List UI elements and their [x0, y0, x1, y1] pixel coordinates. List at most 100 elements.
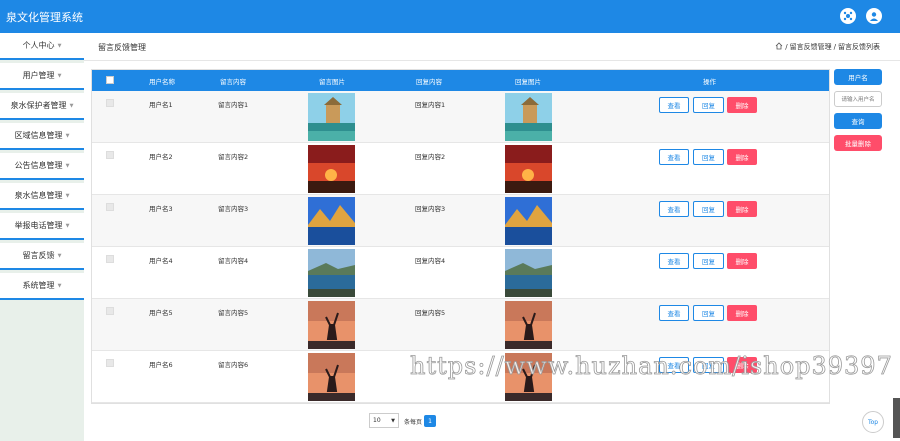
delete-button[interactable]: 删除 [727, 97, 757, 113]
breadcrumb-item[interactable]: 留言反馈管理 [790, 42, 832, 52]
table-row: 用户名4 留言内容4 回复内容4 查看 回复 删除 [92, 247, 829, 299]
breadcrumb-separator: / [785, 43, 788, 51]
user-icon[interactable] [866, 8, 882, 24]
app-title: 泉文化管理系统 [6, 11, 83, 24]
delete-button[interactable]: 删除 [727, 305, 757, 321]
message-cell: 留言内容3 [218, 205, 249, 213]
view-button[interactable]: 查看 [659, 97, 689, 113]
reply-cell: 回复内容2 [415, 153, 446, 161]
sidebar-item-label: 泉水保护者管理 [10, 101, 67, 110]
sidebar-item-users[interactable]: 用户管理 ▼ [0, 63, 84, 90]
user-name-cell: 用户名3 [149, 205, 173, 213]
chevron-down-icon: ▼ [65, 192, 70, 199]
message-cell: 留言内容2 [218, 153, 249, 161]
reply-cell: 回复内容1 [415, 101, 446, 109]
back-to-top-button[interactable]: Top [862, 411, 884, 433]
breadcrumb-separator: / [833, 43, 836, 51]
row-checkbox[interactable] [106, 99, 114, 107]
user-name-cell: 用户名2 [149, 153, 173, 161]
home-icon[interactable] [775, 42, 783, 52]
message-image [308, 145, 355, 193]
sidebar-item-label: 用户管理 [22, 71, 55, 80]
batch-delete-button[interactable]: 批量删除 [834, 135, 882, 151]
sidebar-item-regions[interactable]: 区域信息管理 ▼ [0, 123, 84, 150]
sidebar-item-springs[interactable]: 泉水信息管理 ▼ [0, 183, 84, 210]
table-header: 用户名称 留言内容 留言图片 回复内容 回复图片 操作 [92, 70, 829, 91]
chevron-down-icon: ▼ [57, 72, 62, 79]
sidebar-item-feedback[interactable]: 留言反馈 ▼ [0, 243, 84, 270]
reply-button[interactable]: 回复 [693, 149, 724, 165]
reply-image [505, 301, 552, 349]
message-image [308, 249, 355, 297]
column-header: 留言图片 [319, 78, 345, 86]
reply-button[interactable]: 回复 [693, 97, 724, 113]
message-cell: 留言内容6 [218, 361, 249, 369]
sidebar-item-label: 公告信息管理 [14, 161, 63, 170]
chevron-down-icon: ▼ [65, 162, 70, 169]
breadcrumb-item: 留言反馈列表 [838, 43, 880, 51]
message-cell: 留言内容5 [218, 309, 249, 317]
reply-cell: 回复内容4 [415, 257, 446, 265]
row-checkbox[interactable] [106, 203, 114, 211]
chevron-down-icon: ▼ [391, 417, 395, 424]
header-divider [84, 60, 900, 61]
user-name-cell: 用户名1 [149, 101, 173, 109]
sidebar-item-label: 留言反馈 [22, 251, 55, 260]
delete-button[interactable]: 删除 [727, 149, 757, 165]
page-number-button[interactable]: 1 [424, 415, 436, 427]
settings-icon[interactable] [840, 8, 856, 24]
sidebar-item-notices[interactable]: 公告信息管理 ▼ [0, 153, 84, 180]
reply-button[interactable]: 回复 [693, 253, 724, 269]
sidebar-item-hotline[interactable]: 举报电话管理 ▼ [0, 213, 84, 240]
view-button[interactable]: 查看 [659, 149, 689, 165]
username-label-button[interactable]: 用户名 [834, 69, 882, 85]
sidebar-item-label: 泉水信息管理 [14, 191, 63, 200]
sidebar-item-label: 区域信息管理 [14, 131, 63, 140]
select-all-checkbox[interactable] [106, 76, 114, 84]
reply-image [505, 197, 552, 245]
top-bar: 泉文化管理系统 [0, 0, 900, 33]
reply-cell: 回复内容3 [415, 205, 446, 213]
chevron-down-icon: ▼ [57, 42, 62, 49]
reply-image [505, 249, 552, 297]
page-size-select[interactable]: 10 ▼ [369, 413, 399, 428]
row-checkbox[interactable] [106, 359, 114, 367]
message-image [308, 353, 355, 401]
view-button[interactable]: 查看 [659, 305, 689, 321]
reply-cell: 回复内容5 [415, 309, 446, 317]
sidebar-item-profile[interactable]: 个人中心 ▼ [0, 33, 84, 60]
table-row: 用户名2 留言内容2 回复内容2 查看 回复 删除 [92, 143, 829, 195]
user-name-cell: 用户名5 [149, 309, 173, 317]
sidebar-item-label: 个人中心 [22, 41, 55, 50]
user-name-cell: 用户名6 [149, 361, 173, 369]
column-header: 操作 [703, 78, 716, 86]
sidebar: 个人中心 ▼ 用户管理 ▼ 泉水保护者管理 ▼ 区域信息管理 ▼ 公告信息管理 ▼ 泉水信… [0, 33, 84, 441]
query-button[interactable]: 查询 [834, 113, 882, 129]
chevron-down-icon: ▼ [65, 222, 70, 229]
chevron-down-icon: ▼ [57, 282, 62, 289]
search-input[interactable]: 请输入用户名 [834, 91, 882, 107]
reply-button[interactable]: 回复 [693, 305, 724, 321]
view-button[interactable]: 查看 [659, 253, 689, 269]
table-row: 用户名5 留言内容5 回复内容5 查看 回复 删除 [92, 299, 829, 351]
scrollbar[interactable] [893, 398, 900, 438]
view-button[interactable]: 查看 [659, 201, 689, 217]
chevron-down-icon: ▼ [57, 252, 62, 259]
table-row: 用户名3 留言内容3 回复内容3 查看 回复 删除 [92, 195, 829, 247]
message-image [308, 301, 355, 349]
table-row: 用户名1 留言内容1 回复内容1 查看 回复 删除 [92, 91, 829, 143]
row-checkbox[interactable] [106, 151, 114, 159]
column-header: 回复图片 [515, 78, 541, 86]
row-checkbox[interactable] [106, 307, 114, 315]
user-name-cell: 用户名4 [149, 257, 173, 265]
delete-button[interactable]: 删除 [727, 201, 757, 217]
column-header: 用户名称 [149, 78, 175, 86]
sidebar-item-system[interactable]: 系统管理 ▼ [0, 273, 84, 300]
reply-image [505, 93, 552, 141]
reply-button[interactable]: 回复 [693, 201, 724, 217]
delete-button[interactable]: 删除 [727, 253, 757, 269]
row-checkbox[interactable] [106, 255, 114, 263]
column-header: 留言内容 [220, 78, 246, 86]
watermark: https://www.huzhan.com/ishop39397 [410, 352, 893, 381]
sidebar-item-protectors[interactable]: 泉水保护者管理 ▼ [0, 93, 84, 120]
